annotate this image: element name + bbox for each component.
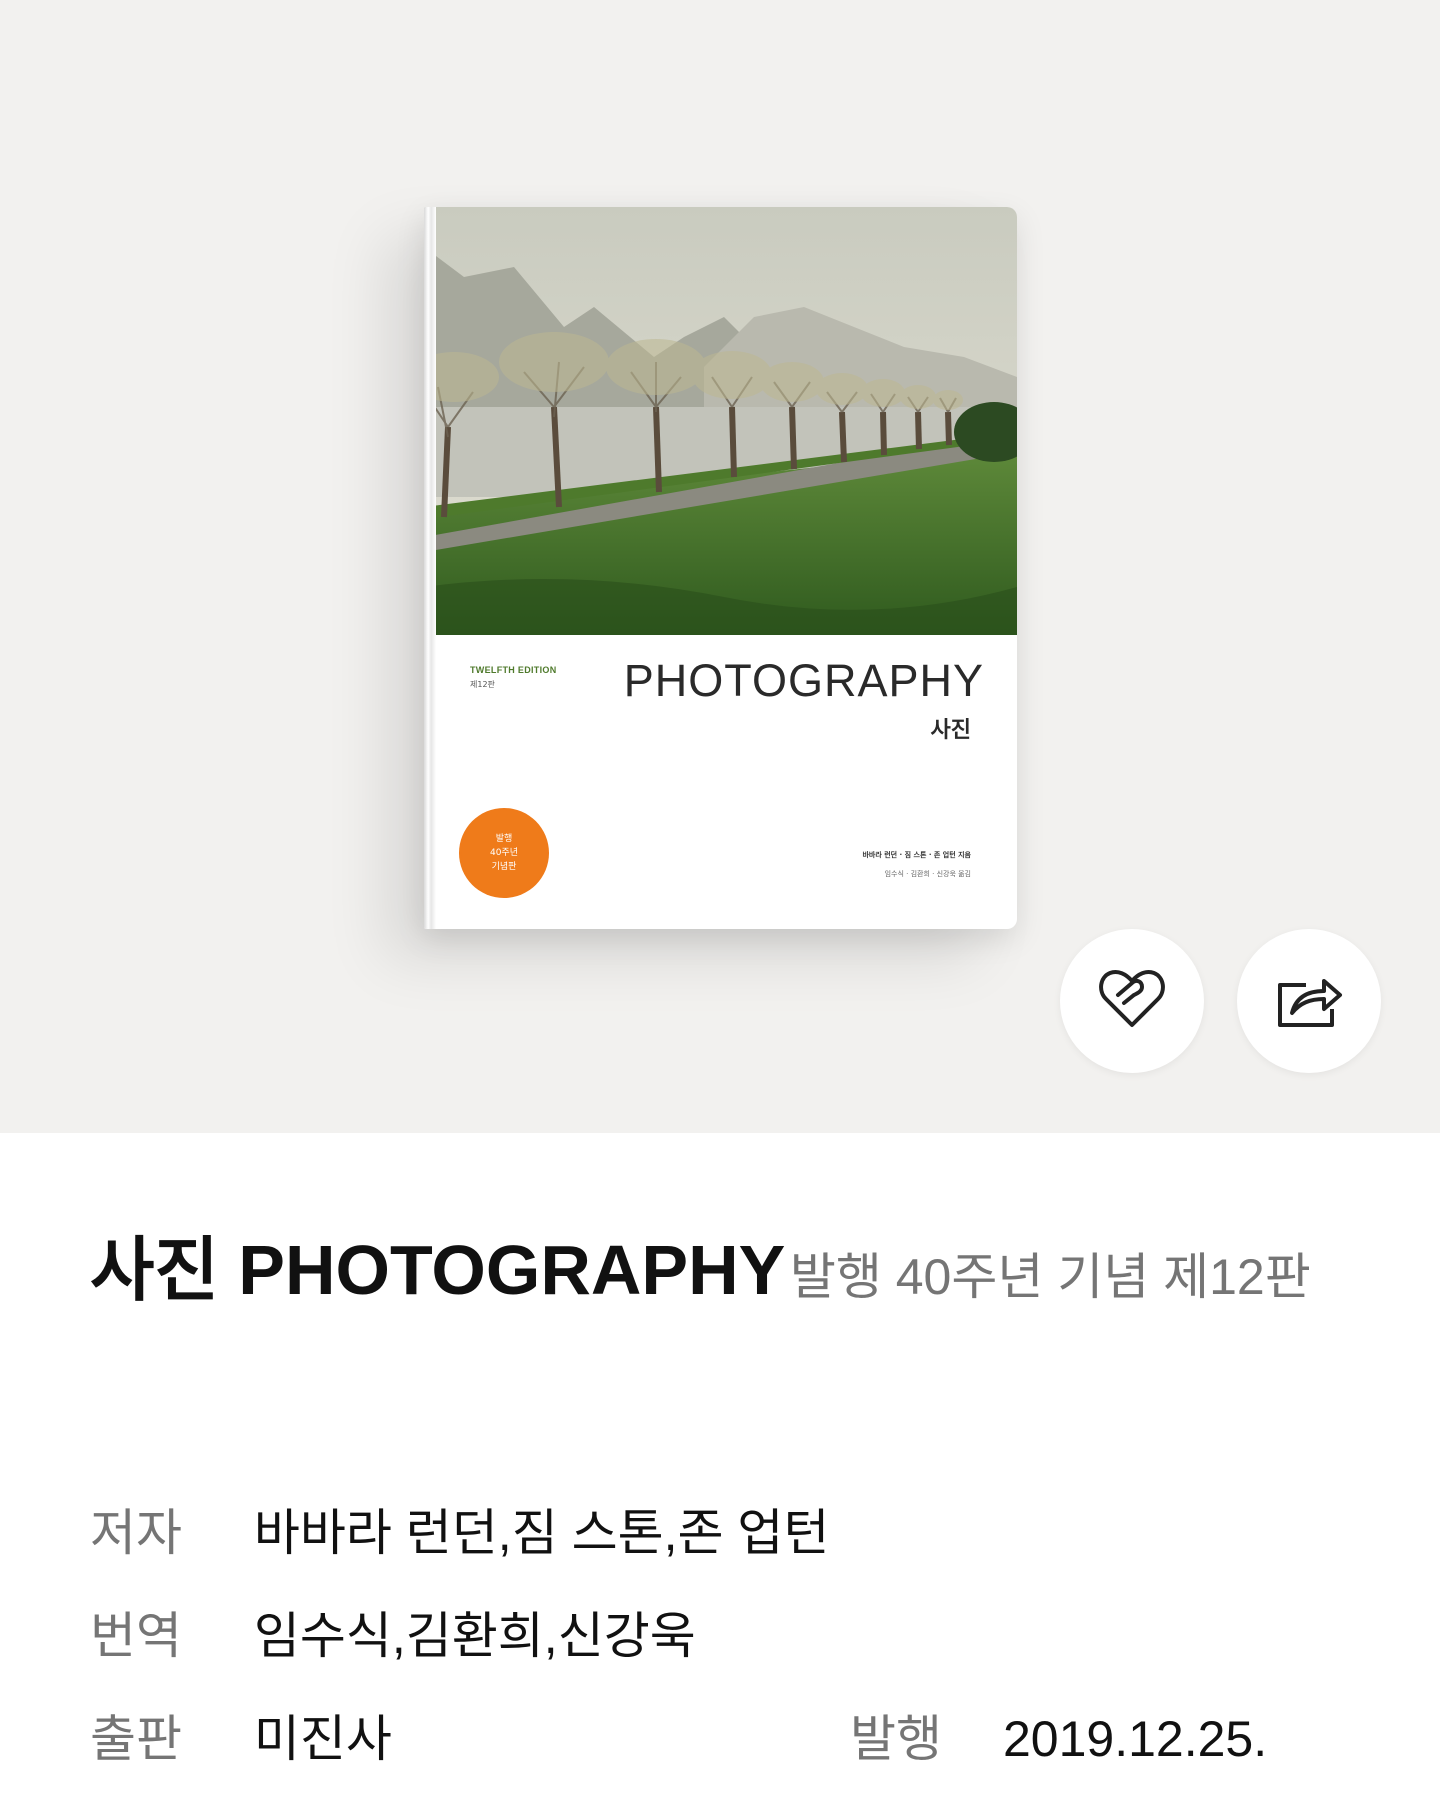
badge-line-2: 40주년: [489, 848, 518, 858]
share-button[interactable]: [1237, 929, 1381, 1073]
heart-icon: [1096, 967, 1168, 1035]
cover-edition-kr: 제12판: [470, 680, 495, 689]
author-row: 저자 바바라 런던,짐 스톤,존 업턴: [90, 1503, 829, 1563]
author-value[interactable]: 바바라 런던,짐 스톤,존 업턴: [254, 1505, 829, 1561]
date-label: 발행: [850, 1711, 942, 1767]
book-spine: [424, 207, 436, 929]
book-info: 사진 PHOTOGRAPHY 발행 40주년 기념 제12판: [90, 1218, 1340, 1342]
cover-edition-en: TWELFTH EDITION: [470, 665, 557, 675]
book-title: 사진 PHOTOGRAPHY: [90, 1231, 786, 1309]
translator-label: 번역: [90, 1608, 182, 1664]
translator-value[interactable]: 임수식,김환희,신강욱: [254, 1608, 696, 1664]
cover-photo: [424, 207, 1017, 635]
cover-title-kr: 사진: [930, 718, 971, 743]
translator-row: 번역 임수식,김환희,신강욱: [90, 1606, 696, 1666]
cover-translators: 임수식 · 김환희 · 신강욱 옮김: [884, 870, 971, 878]
book-cover-area: TWELFTH EDITION 제12판 PHOTOGRAPHY 사진 발행 4…: [0, 0, 1440, 1133]
publisher-label: 출판: [90, 1711, 182, 1767]
date-value: 2019.12.25.: [1003, 1711, 1268, 1767]
book-subtitle: 발행 40주년 기념 제12판: [789, 1249, 1311, 1305]
like-button[interactable]: [1060, 929, 1204, 1073]
publisher-value[interactable]: 미진사: [254, 1711, 392, 1767]
anniversary-badge: 발행 40주년 기념판: [461, 810, 547, 896]
badge-line-1: 발행: [495, 834, 513, 844]
book-title-block: 사진 PHOTOGRAPHY 발행 40주년 기념 제12판: [90, 1218, 1340, 1342]
publisher-row: 출판 미진사 발행 2019.12.25.: [90, 1709, 1390, 1769]
author-label: 저자: [90, 1505, 182, 1561]
share-icon: [1274, 967, 1344, 1035]
cover-authors: 바바라 런던 · 짐 스톤 · 존 업턴 지음: [862, 851, 971, 859]
book-cover-image[interactable]: TWELFTH EDITION 제12판 PHOTOGRAPHY 사진 발행 4…: [424, 207, 1017, 929]
cover-title-en: PHOTOGRAPHY: [623, 655, 984, 706]
badge-line-3: 기념판: [491, 862, 517, 872]
